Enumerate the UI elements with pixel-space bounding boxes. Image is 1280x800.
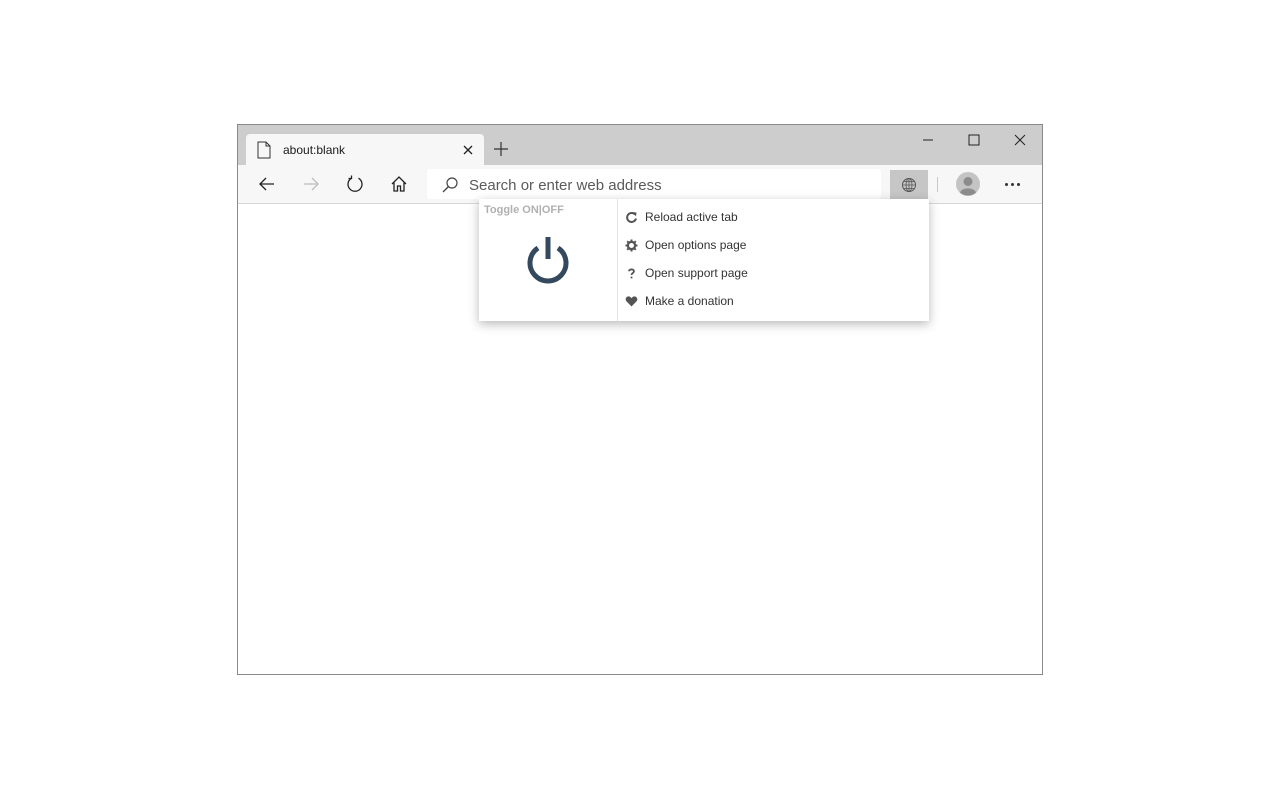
tab-title: about:blank [283, 143, 346, 157]
toolbar-separator [937, 177, 938, 192]
reload-icon [626, 211, 637, 223]
minimize-icon [923, 139, 933, 141]
power-icon[interactable] [523, 235, 573, 285]
menu-item-options[interactable]: Open options page [619, 231, 919, 259]
gear-icon [625, 239, 638, 252]
profile-avatar-icon[interactable] [956, 172, 980, 196]
back-arrow-icon [259, 177, 274, 191]
refresh-button[interactable] [337, 165, 371, 203]
maximize-button[interactable] [951, 125, 997, 155]
back-button[interactable] [249, 165, 283, 203]
close-window-button[interactable] [997, 125, 1043, 155]
tab-close-icon[interactable] [460, 142, 476, 158]
more-options-button[interactable] [997, 165, 1031, 203]
forward-button[interactable] [293, 165, 327, 203]
search-icon [442, 177, 458, 193]
menu-item-label: Reload active tab [645, 210, 738, 224]
address-bar[interactable] [427, 169, 881, 199]
more-dot-icon [1017, 183, 1020, 186]
more-dot-icon [1011, 183, 1014, 186]
refresh-icon [347, 175, 363, 192]
menu-item-support[interactable]: Open support page [619, 259, 919, 287]
menu-item-label: Open options page [645, 238, 747, 252]
extension-icon [902, 178, 916, 192]
menu-item-label: Make a donation [645, 294, 734, 308]
tab-active[interactable]: about:blank [246, 134, 484, 165]
toggle-panel: Toggle ON|OFF [479, 199, 618, 321]
page-icon [257, 141, 271, 159]
maximize-icon [968, 134, 980, 146]
close-icon [1014, 134, 1026, 146]
home-button[interactable] [381, 165, 415, 203]
home-icon [391, 176, 407, 192]
minimize-button[interactable] [905, 125, 951, 155]
more-dot-icon [1005, 183, 1008, 186]
new-tab-icon[interactable] [492, 140, 510, 158]
menu-item-label: Open support page [645, 266, 748, 280]
popup-menu: Reload active tab Open options page Open… [619, 203, 919, 315]
forward-arrow-icon [304, 177, 319, 191]
address-input[interactable] [467, 173, 871, 197]
tab-strip: about:blank [238, 125, 1042, 165]
menu-item-donate[interactable]: Make a donation [619, 287, 919, 315]
extension-button[interactable] [890, 170, 928, 200]
extension-popup: Toggle ON|OFF Reload active tab Open opt… [479, 199, 929, 321]
heart-icon [625, 296, 638, 307]
question-icon [628, 268, 635, 279]
menu-item-reload[interactable]: Reload active tab [619, 203, 919, 231]
toggle-label: Toggle ON|OFF [484, 204, 564, 216]
